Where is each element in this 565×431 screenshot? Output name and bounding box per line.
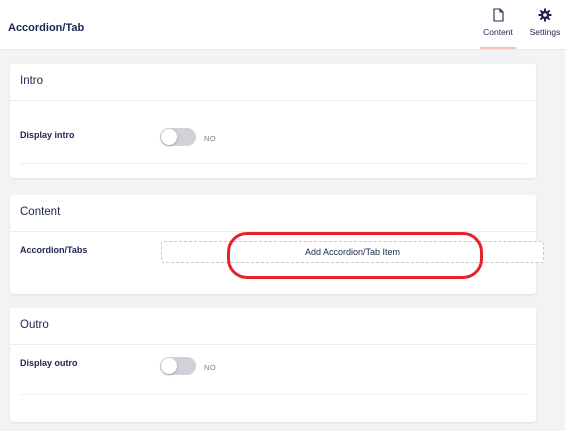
tab-content[interactable]: Content: [478, 8, 518, 50]
tab-settings[interactable]: Settings: [526, 8, 564, 50]
divider: [20, 163, 526, 164]
tab-content-label: Content: [483, 27, 513, 37]
gear-icon: [538, 8, 552, 22]
intro-section-title: Intro: [20, 75, 44, 87]
add-accordion-tab-item-button[interactable]: Add Accordion/Tab Item: [161, 241, 544, 263]
accordion-tabs-label: Accordion/Tabs: [20, 245, 88, 255]
tab-settings-label: Settings: [529, 27, 561, 37]
divider: [10, 100, 536, 101]
outro-section-title: Outro: [20, 319, 49, 331]
display-intro-toggle[interactable]: [160, 128, 196, 146]
divider: [10, 344, 536, 345]
divider: [20, 394, 526, 395]
editor-header: Accordion/Tab Content Settings: [0, 0, 565, 50]
page-title: Accordion/Tab: [8, 22, 85, 34]
content-panel: Content Accordion/Tabs Add Accordion/Tab…: [10, 195, 544, 294]
intro-panel: Intro Display intro NO: [10, 64, 536, 178]
outro-panel: Outro Display outro NO: [10, 308, 536, 422]
display-outro-state: NO: [204, 363, 217, 372]
display-intro-state: NO: [204, 134, 217, 143]
display-intro-label: Display intro: [20, 130, 75, 140]
document-icon: [492, 8, 504, 22]
toggle-knob: [161, 358, 177, 374]
display-outro-label: Display outro: [20, 358, 78, 368]
toggle-knob: [161, 129, 177, 145]
divider: [10, 231, 536, 232]
editor-body: Intro Display intro NO Content Accordion…: [0, 50, 565, 431]
content-section-title: Content: [20, 206, 61, 218]
display-outro-toggle[interactable]: [160, 357, 196, 375]
active-tab-indicator: [480, 47, 516, 49]
